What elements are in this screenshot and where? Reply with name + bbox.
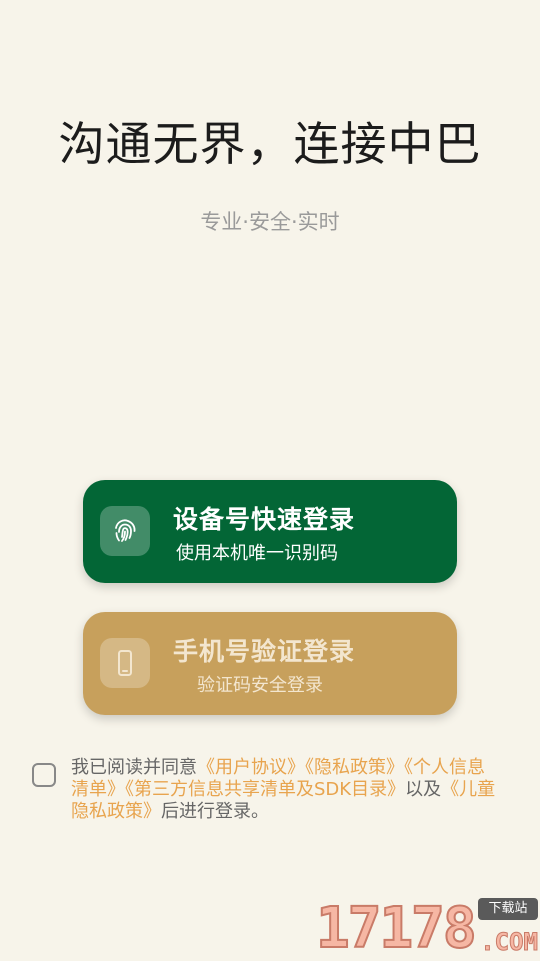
phone-login-title: 手机号验证登录 [173,637,356,666]
device-login-button[interactable]: 设备号快速登录 使用本机唯一识别码 [83,480,457,583]
agreement-suffix: 后进行登录。 [161,801,269,822]
fingerprint-icon [100,506,150,556]
page-headline: 沟通无界，连接中巴 [58,117,482,171]
phone-login-button[interactable]: 手机号验证登录 验证码安全登录 [83,612,457,715]
page-tagline: 专业·安全·实时 [200,210,340,234]
phone-login-subtitle: 验证码安全登录 [197,675,323,696]
agreement-checkbox[interactable] [32,763,56,787]
smartphone-icon [100,638,150,688]
device-login-subtitle: 使用本机唯一识别码 [176,543,338,564]
agreement-conjunction: 以及 [405,779,442,800]
watermark-domain: .COM [480,928,539,957]
agreement-text: 我已阅读并同意《用户协议》《隐私政策》《个人信息清单》《第三方信息共享清单及SD… [71,757,501,823]
agreement-prefix: 我已阅读并同意 [71,757,197,778]
device-login-title: 设备号快速登录 [173,505,356,534]
privacy-policy-link[interactable]: 《隐私政策》 [305,757,404,778]
user-agreement-link[interactable]: 《用户协议》 [197,757,305,778]
third-party-list-link[interactable]: 《第三方信息共享清单及SDK目录》 [125,779,405,800]
watermark-badge: 下载站 [478,898,538,920]
watermark-digits: 17178 [315,896,478,961]
watermark-logo: 17178 下载站 .COM [314,896,539,961]
